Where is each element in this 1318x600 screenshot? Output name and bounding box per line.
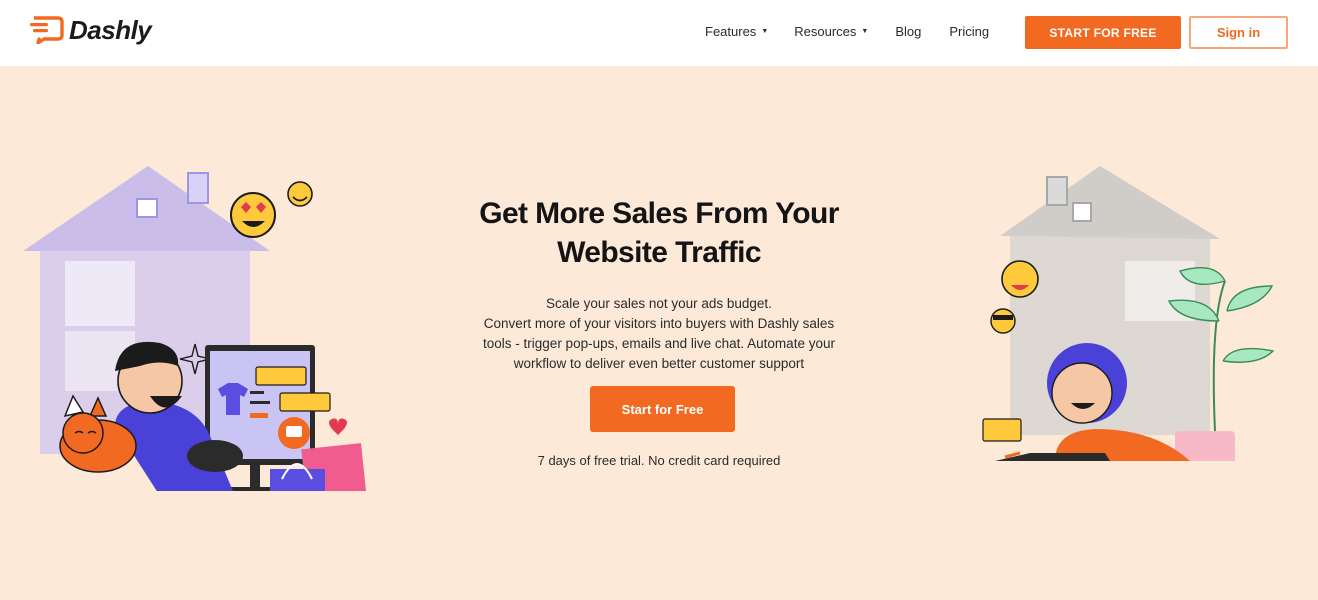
hero-section: Get More Sales From Your Website Traffic… xyxy=(0,66,1318,600)
heart-icon xyxy=(329,418,347,435)
nav-blog-label: Blog xyxy=(895,24,922,39)
hero-title-line2: Website Traffic xyxy=(557,236,761,269)
site-header: Dashly Features ▼ Resources ▼ Blog Prici… xyxy=(0,0,1318,66)
main-nav: Features ▼ Resources ▼ Blog Pricing xyxy=(705,24,989,39)
nav-pricing[interactable]: Pricing xyxy=(949,24,989,39)
caret-down-icon: ▼ xyxy=(861,28,869,35)
sign-in-button[interactable]: Sign in xyxy=(1189,16,1288,49)
hero-subtitle-line1: Scale your sales not your ads budget. xyxy=(546,296,772,311)
hero-start-for-free-button[interactable]: Start for Free xyxy=(590,386,735,432)
chat-bubble-icon xyxy=(982,418,1022,442)
wink-emoji-icon xyxy=(1001,260,1039,298)
free-trial-note: 7 days of free trial. No credit card req… xyxy=(537,453,781,468)
cool-emoji-icon xyxy=(990,308,1016,334)
hero-subtitle-line3: tools - trigger pop-ups, emails and live… xyxy=(483,336,835,351)
logo[interactable]: Dashly xyxy=(30,15,152,45)
woman-with-laptop-illustration xyxy=(982,166,1275,461)
nav-features-label: Features xyxy=(705,24,757,39)
nav-resources[interactable]: Resources ▼ xyxy=(794,24,868,39)
nav-features[interactable]: Features ▼ xyxy=(705,24,768,39)
logo-text: Dashly xyxy=(69,15,152,45)
caret-down-icon: ▼ xyxy=(761,28,769,35)
heart-eyes-emoji-icon xyxy=(230,192,276,238)
start-for-free-button[interactable]: START FOR FREE xyxy=(1025,16,1181,49)
chat-bubble-icon xyxy=(279,392,331,412)
chat-icon xyxy=(278,417,310,449)
hero-title: Get More Sales From Your Website Traffic xyxy=(409,194,909,272)
nav-pricing-label: Pricing xyxy=(949,24,990,39)
dashly-logo-icon xyxy=(30,16,64,44)
hero-subtitle-line2: Convert more of your visitors into buyer… xyxy=(483,316,835,331)
nav-blog[interactable]: Blog xyxy=(895,24,921,39)
smile-emoji-icon xyxy=(287,181,313,207)
chat-bubble-icon xyxy=(255,366,307,386)
man-with-cat-illustration xyxy=(23,166,369,491)
nav-resources-label: Resources xyxy=(794,24,857,39)
hero-subtitle: Scale your sales not your ads budget. Co… xyxy=(449,294,869,374)
hero-subtitle-line4: workflow to deliver even better customer… xyxy=(513,356,805,371)
hero-title-line1: Get More Sales From Your xyxy=(479,197,839,230)
